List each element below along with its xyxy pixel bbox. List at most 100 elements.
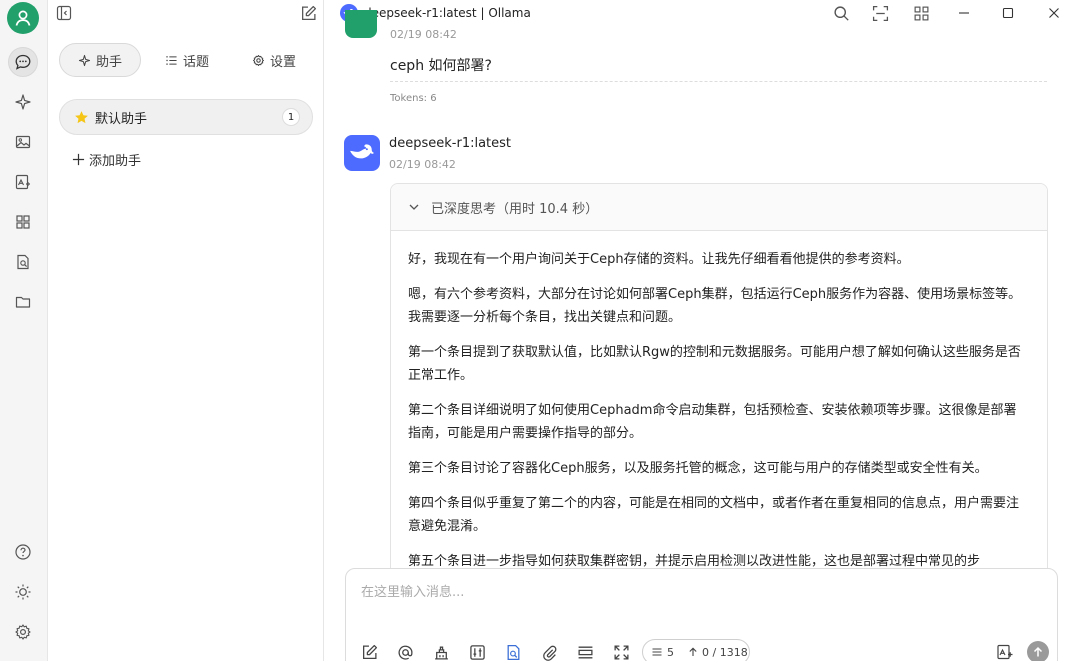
sun-icon <box>15 584 31 600</box>
knowledge-base-button[interactable] <box>430 641 452 661</box>
tab-topics[interactable]: 话题 <box>141 43 233 77</box>
input-toolbar: 5 0 / 1318 <box>346 639 1059 661</box>
add-assistant-label: 添加助手 <box>89 154 142 169</box>
message-input-placeholder[interactable]: 在这里输入消息... <box>361 581 464 600</box>
apps-nav-button[interactable] <box>8 207 38 237</box>
thinking-paragraph: 第一个条目提到了获取默认值，比如默认Rgw的控制和元数据服务。可能用户想了解如何… <box>408 345 1021 383</box>
assistant-item-default[interactable]: 默认助手 1 <box>59 99 313 135</box>
edit-icon <box>301 5 316 20</box>
maximize-button[interactable] <box>998 3 1018 23</box>
minimize-button[interactable] <box>954 3 974 23</box>
list-icon <box>166 55 177 65</box>
chat-area: 02/19 08:42 ceph 如何部署? Tokens: 6 deepsee… <box>325 10 1072 661</box>
thinking-paragraph: 第三个条目讨论了容器化Ceph服务，以及服务托管的概念，这可能与用户的存储类型或… <box>408 461 988 476</box>
add-assistant-button[interactable]: 添加助手 <box>72 150 141 169</box>
thinking-title: 已深度思考（用时 10.4 秒） <box>431 201 599 217</box>
search-button[interactable] <box>831 3 851 23</box>
image-text-icon <box>997 644 1013 660</box>
thinking-toggle[interactable]: 已深度思考（用时 10.4 秒） <box>391 184 1047 231</box>
message-input-box[interactable]: 在这里输入消息... 5 0 / 1318 <box>345 568 1058 661</box>
chevron-down-icon <box>409 204 419 210</box>
clear-context-button[interactable] <box>574 641 596 661</box>
star-icon <box>74 110 89 125</box>
sliders-icon <box>469 644 485 660</box>
minimize-icon <box>959 12 969 14</box>
arrow-up-icon <box>1033 646 1043 657</box>
help-icon <box>15 544 31 560</box>
at-icon <box>398 645 413 660</box>
knowledge-nav-button[interactable] <box>8 247 38 277</box>
tab-settings[interactable]: 设置 <box>233 43 315 77</box>
model-message-time: 02/19 08:42 <box>389 158 456 171</box>
expand-input-button[interactable] <box>610 641 632 661</box>
thinking-panel: 已深度思考（用时 10.4 秒） 好，我现在有一个用户询问关于Ceph存储的资料… <box>390 183 1048 603</box>
sidebar-collapse-icon <box>56 5 72 21</box>
user-avatar[interactable] <box>7 2 39 34</box>
topic-count-badge: 1 <box>282 108 300 126</box>
thinking-content: 好，我现在有一个用户询问关于Ceph存储的资料。让我先仔细看看他提供的参考资料。… <box>391 231 1047 573</box>
fullscreen-toggle-button[interactable] <box>870 3 890 23</box>
plus-icon <box>72 153 85 166</box>
library-icon <box>434 646 448 660</box>
thinking-paragraph: 好，我现在有一个用户询问关于Ceph存储的资料。让我先仔细看看他提供的参考资料。 <box>408 252 910 267</box>
image-nav-button[interactable] <box>8 127 38 157</box>
title-bar: deepseek-r1:latest | Ollama <box>48 0 1072 26</box>
theme-toggle-button[interactable] <box>8 577 38 607</box>
sparkle-icon <box>15 94 31 110</box>
context-icon <box>652 648 662 656</box>
thinking-paragraph: 第四个条目似乎重复了第二个的内容，可能是在相同的文档中，或者作者在重复相同的信息… <box>408 496 1020 534</box>
mention-model-button[interactable] <box>394 641 416 661</box>
folder-icon <box>15 296 31 308</box>
token-usage: Tokens: 6 <box>390 93 437 104</box>
edit-icon <box>362 644 377 659</box>
tab-label: 话题 <box>182 54 209 70</box>
new-topic-tool-button[interactable] <box>358 641 380 661</box>
chat-bubble-icon <box>15 54 31 70</box>
token-count: 0 / 1318 <box>702 645 748 659</box>
chat-nav-button[interactable] <box>8 47 38 77</box>
window-title-text: deepseek-r1:latest | Ollama <box>364 6 531 20</box>
agents-nav-button[interactable] <box>8 87 38 117</box>
user-message-avatar <box>345 10 377 38</box>
expand-arrows-icon <box>613 644 629 660</box>
settings-nav-button[interactable] <box>8 617 38 647</box>
message-divider <box>390 81 1047 82</box>
help-button[interactable] <box>8 537 38 567</box>
context-divider-icon <box>577 646 593 658</box>
icon-rail <box>0 0 48 661</box>
sparkle-icon <box>78 54 91 66</box>
image-text-icon <box>15 174 30 190</box>
deepseek-whale-icon <box>350 144 374 159</box>
tab-label: 设置 <box>269 54 296 70</box>
gear-icon <box>15 624 31 640</box>
arrow-up-icon <box>689 647 697 656</box>
translate-nav-button[interactable] <box>8 167 38 197</box>
layout-button[interactable] <box>911 3 931 23</box>
close-icon <box>1049 8 1059 18</box>
grid-icon <box>914 6 928 20</box>
user-message-text: ceph 如何部署? <box>390 58 492 74</box>
document-search-icon <box>17 254 29 270</box>
tab-label: 助手 <box>95 54 122 70</box>
files-nav-button[interactable] <box>8 287 38 317</box>
document-search-icon <box>507 644 519 660</box>
send-button[interactable] <box>1027 641 1049 661</box>
close-button[interactable] <box>1044 3 1064 23</box>
new-topic-button[interactable] <box>298 3 318 23</box>
tab-assistants[interactable]: 助手 <box>59 43 141 77</box>
parameters-button[interactable] <box>466 641 488 661</box>
token-counter[interactable]: 5 0 / 1318 <box>642 639 750 661</box>
translate-button[interactable] <box>994 641 1016 661</box>
sidebar-tabs: 助手 话题 设置 <box>59 43 315 77</box>
web-search-button[interactable] <box>502 641 524 661</box>
paperclip-icon <box>542 645 556 661</box>
user-icon <box>15 10 31 26</box>
grid-icon <box>16 215 30 229</box>
attachment-button[interactable] <box>538 641 560 661</box>
maximize-icon <box>1002 7 1014 19</box>
thinking-paragraph: 第二个条目详细说明了如何使用Cephadm命令启动集群，包括预检查、安装依赖项等… <box>408 403 1017 441</box>
toggle-sidebar-button[interactable] <box>54 3 74 23</box>
gear-icon <box>252 54 265 66</box>
user-message-time: 02/19 08:42 <box>390 28 457 41</box>
image-icon <box>15 135 31 149</box>
